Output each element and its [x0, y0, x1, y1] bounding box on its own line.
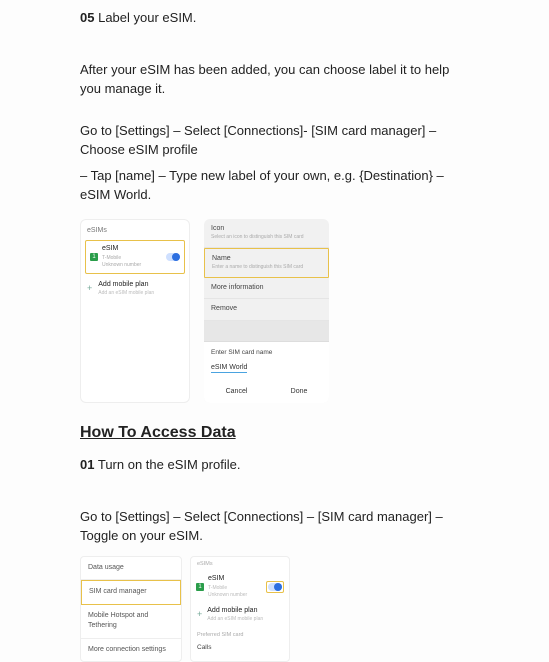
- card2-esim-title: eSIM: [208, 574, 262, 585]
- dialog-buttons: Cancel Done: [204, 382, 329, 404]
- row-data-usage: Data usage: [81, 557, 181, 581]
- row-remove: Remove: [204, 299, 329, 321]
- figure-1: eSIMs 1 eSIM T-Mobile Unknown number + A…: [80, 219, 469, 404]
- step-05-title: Label your eSIM.: [98, 10, 196, 25]
- add-plan-sub: Add an eSIM mobile plan: [98, 290, 154, 298]
- step-01-num: 01: [80, 457, 94, 472]
- instruction-3: Go to [Settings] – Select [Connections] …: [80, 507, 469, 546]
- card2-calls: Calls: [191, 641, 289, 657]
- instruction-1: Go to [Settings] – Select [Connections]-…: [80, 121, 469, 160]
- card2-esim-sub1: T-Mobile: [208, 585, 262, 593]
- panel-gap: [204, 321, 329, 341]
- esim-sub2: Unknown number: [102, 262, 162, 270]
- toggle-on-icon-2: [268, 583, 282, 591]
- esim-card-header: eSIMs: [81, 224, 189, 239]
- row-icon-sub: Select an icon to distinguish this SIM c…: [211, 234, 322, 242]
- esim-sub1: T-Mobile: [102, 255, 162, 263]
- enter-name-block: Enter SIM card name eSIM World: [204, 341, 329, 382]
- step-01-title: Turn on the eSIM profile.: [98, 457, 241, 472]
- paragraph-intro: After your eSIM has been added, you can …: [80, 60, 469, 99]
- toggle-on-icon: [166, 253, 180, 261]
- sim-badge-icon-2: 1: [196, 583, 204, 591]
- sim-detail-panel: Icon Select an icon to distinguish this …: [204, 219, 329, 404]
- step-01: 01 Turn on the eSIM profile.: [80, 455, 469, 475]
- step-05: 05 Label your eSIM.: [80, 8, 469, 28]
- row-icon: Icon Select an icon to distinguish this …: [204, 219, 329, 248]
- card2-add-sub: Add an eSIM mobile plan: [207, 616, 263, 624]
- done-button: Done: [291, 387, 308, 398]
- cancel-button: Cancel: [226, 387, 248, 398]
- card2-pref: Preferred SIM card: [191, 627, 289, 641]
- sim-manager-card: eSIMs 1 eSIM T-Mobile Unknown number + A…: [190, 556, 290, 662]
- section-access-data: How To Access Data: [80, 421, 469, 445]
- instruction-2: – Tap [name] – Type new label of your ow…: [80, 166, 469, 205]
- add-plan-row: + Add mobile plan Add an eSIM mobile pla…: [81, 276, 189, 302]
- row-name-sub: Enter a name to distinguish this SIM car…: [212, 264, 321, 272]
- row-sim-card-manager: SIM card manager: [81, 580, 181, 605]
- row-name-label: Name: [212, 254, 321, 265]
- esim-card: eSIMs 1 eSIM T-Mobile Unknown number + A…: [80, 219, 190, 404]
- step-05-num: 05: [80, 10, 94, 25]
- esim-title: eSIM: [102, 244, 162, 255]
- figure-2: Data usage SIM card manager Mobile Hotsp…: [80, 556, 469, 662]
- card2-esim-sub2: Unknown number: [208, 592, 262, 600]
- card2-add-row: + Add mobile plan Add an eSIM mobile pla…: [191, 603, 289, 627]
- row-icon-label: Icon: [211, 224, 322, 235]
- add-plan-title: Add mobile plan: [98, 280, 154, 291]
- toggle-highlight: [266, 581, 284, 593]
- plus-icon: +: [87, 282, 92, 296]
- sim-badge-icon: 1: [90, 253, 98, 261]
- plus-icon-2: +: [197, 608, 202, 622]
- row-more-settings: More connection settings: [81, 639, 181, 662]
- row-remove-label: Remove: [211, 304, 322, 315]
- connections-list: Data usage SIM card manager Mobile Hotsp…: [80, 556, 182, 662]
- card2-esim-row: 1 eSIM T-Mobile Unknown number: [191, 571, 289, 603]
- enter-name-title: Enter SIM card name: [211, 348, 322, 358]
- row-name: Name Enter a name to distinguish this SI…: [204, 248, 329, 278]
- row-more: More information: [204, 278, 329, 300]
- row-more-label: More information: [211, 283, 322, 294]
- card2-header: eSIMs: [191, 557, 289, 571]
- esim-row: 1 eSIM T-Mobile Unknown number: [85, 240, 185, 274]
- card2-add-title: Add mobile plan: [207, 606, 263, 617]
- enter-name-value: eSIM World: [211, 364, 247, 373]
- row-hotspot: Mobile Hotspot and Tethering: [81, 605, 181, 639]
